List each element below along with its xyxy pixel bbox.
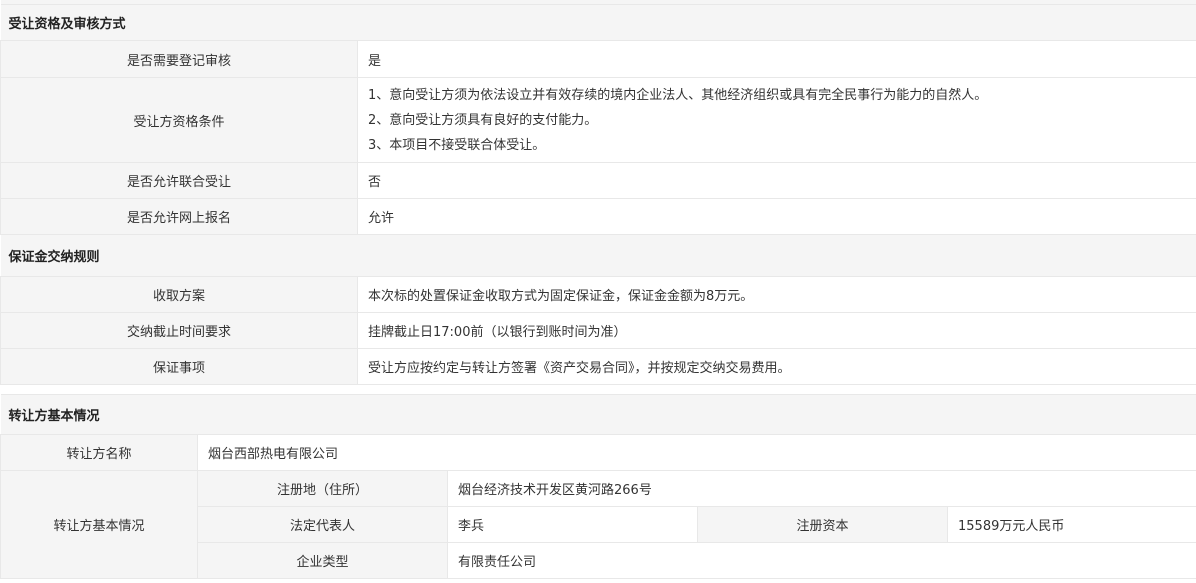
table-row: 收取方案 本次标的处置保证金收取方式为固定保证金，保证金金额为8万元。 bbox=[0, 276, 1196, 313]
table-row: 交纳截止时间要求 挂牌截止日17:00前（以银行到账时间为准） bbox=[0, 312, 1196, 349]
row-label: 是否允许网上报名 bbox=[0, 198, 358, 235]
section-title-transferor: 转让方基本情况 bbox=[0, 394, 1196, 435]
transferor-table: 转让方基本情况 转让方名称 烟台西部热电有限公司 转让方基本情况 注册地（住所）… bbox=[0, 394, 1196, 579]
condition-line: 3、本项目不接受联合体受让。 bbox=[368, 137, 546, 153]
row-value-conditions: 1、意向受让方须为依法设立并有效存续的境内企业法人、其他经济组织或具有完全民事行… bbox=[357, 77, 1196, 163]
row-label: 受让方资格条件 bbox=[0, 77, 358, 163]
address-value: 烟台经济技术开发区黄河路266号 bbox=[446, 470, 1196, 507]
table-row: 受让方资格条件 1、意向受让方须为依法设立并有效存续的境内企业法人、其他经济组织… bbox=[0, 77, 1196, 163]
page: 受让资格及审核方式 是否需要登记审核 是 受让方资格条件 1、意向受让方须为依法… bbox=[0, 0, 1196, 583]
row-label: 保证事项 bbox=[0, 348, 358, 385]
row-value: 否 bbox=[357, 162, 1196, 199]
company-type-label: 企业类型 bbox=[197, 542, 448, 579]
row-value: 本次标的处置保证金收取方式为固定保证金，保证金金额为8万元。 bbox=[357, 276, 1196, 313]
section-gap bbox=[0, 384, 1196, 394]
table-row: 是否允许联合受让 否 bbox=[0, 162, 1196, 199]
table-row: 转让方基本情况 注册地（住所） 烟台经济技术开发区黄河路266号 bbox=[0, 470, 1196, 579]
row-label: 交纳截止时间要求 bbox=[0, 312, 358, 349]
legal-rep-label: 法定代表人 bbox=[197, 506, 448, 543]
transferor-name-value: 烟台西部热电有限公司 bbox=[196, 434, 1196, 471]
table-row: 是否允许网上报名 允许 bbox=[0, 198, 1196, 235]
table-row: 保证事项 受让方应按约定与转让方签署《资产交易合同》，并按规定交纳交易费用。 bbox=[0, 348, 1196, 385]
row-value: 挂牌截止日17:00前（以银行到账时间为准） bbox=[357, 312, 1196, 349]
section-title-deposit: 保证金交纳规则 bbox=[0, 234, 1196, 277]
table-row: 转让方名称 烟台西部热电有限公司 bbox=[0, 434, 1196, 471]
condition-line: 1、意向受让方须为依法设立并有效存续的境内企业法人、其他经济组织或具有完全民事行… bbox=[368, 87, 988, 103]
company-type-value: 有限责任公司 bbox=[446, 542, 1196, 579]
row-label: 收取方案 bbox=[0, 276, 358, 313]
row-label: 是否允许联合受让 bbox=[0, 162, 358, 199]
capital-label: 注册资本 bbox=[697, 506, 948, 543]
row-label: 是否需要登记审核 bbox=[0, 40, 358, 78]
table-row: 是否需要登记审核 是 bbox=[0, 40, 1196, 78]
section-title-qualification: 受让资格及审核方式 bbox=[0, 4, 1196, 41]
row-value: 受让方应按约定与转让方签署《资产交易合同》，并按规定交纳交易费用。 bbox=[357, 348, 1196, 385]
transferor-group-label: 转让方基本情况 bbox=[0, 470, 198, 579]
transferor-name-label: 转让方名称 bbox=[0, 434, 198, 471]
legal-rep-value: 李兵 bbox=[447, 506, 698, 543]
capital-value: 15589万元人民币 bbox=[946, 506, 1196, 543]
address-label: 注册地（住所） bbox=[197, 470, 448, 507]
row-value: 允许 bbox=[357, 198, 1196, 235]
condition-line: 2、意向受让方须具有良好的支付能力。 bbox=[368, 112, 598, 128]
qualification-deposit-table: 受让资格及审核方式 是否需要登记审核 是 受让方资格条件 1、意向受让方须为依法… bbox=[0, 0, 1196, 394]
row-value: 是 bbox=[357, 40, 1196, 78]
